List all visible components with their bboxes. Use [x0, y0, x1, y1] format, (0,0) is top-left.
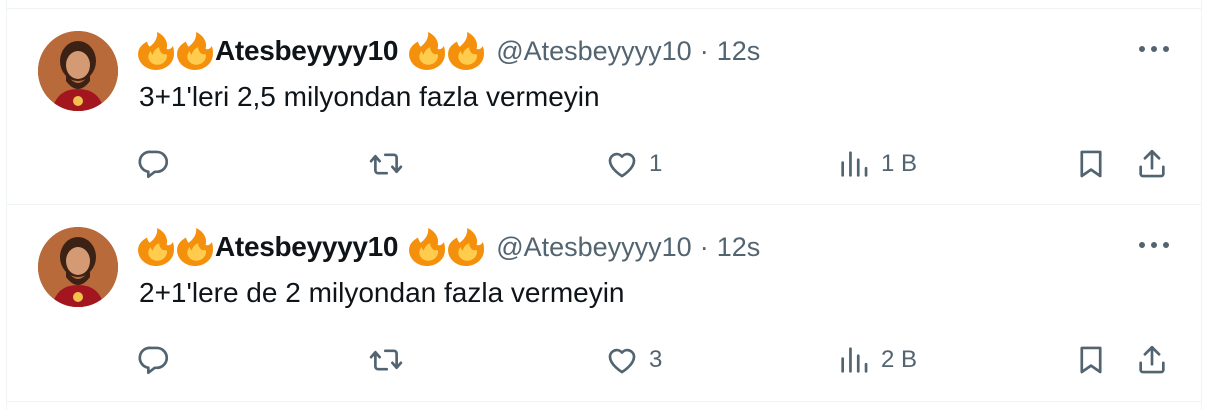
- fire-emoji-icon: [137, 32, 175, 70]
- more-horizontal-icon: [1139, 242, 1169, 248]
- share-button[interactable]: [1135, 144, 1169, 184]
- display-name[interactable]: Atesbeyyyy10: [215, 231, 399, 263]
- share-icon: [1139, 149, 1165, 178]
- fire-emoji-icon: [447, 32, 485, 70]
- share-icon: [1139, 345, 1165, 374]
- avatar-image: [38, 31, 118, 111]
- fire-emoji-icon: [176, 32, 214, 70]
- retweet-icon: [369, 349, 403, 371]
- tweet-text: 2+1'lere de 2 milyondan fazla vermeyin: [139, 277, 625, 308]
- bookmark-button[interactable]: [1074, 340, 1108, 380]
- views-count: 1 B: [881, 150, 918, 177]
- separator-dot: ·: [699, 231, 709, 262]
- reply-icon: [138, 150, 169, 179]
- retweet-button[interactable]: [369, 340, 413, 380]
- fire-emoji-icon: [137, 228, 175, 266]
- retweet-button[interactable]: [369, 144, 413, 184]
- views-chart-icon: [841, 347, 868, 373]
- heart-icon: [608, 348, 636, 374]
- heart-icon: [608, 152, 636, 178]
- bookmark-icon: [1080, 346, 1102, 374]
- more-options-button[interactable]: [1137, 39, 1171, 59]
- fire-emoji-icon: [408, 228, 446, 266]
- views-button[interactable]: 2 B: [837, 340, 917, 380]
- display-name[interactable]: Atesbeyyyy10: [215, 35, 399, 67]
- fire-emoji-icon: [408, 32, 446, 70]
- retweet-icon: [369, 153, 403, 175]
- user-handle[interactable]: @Atesbeyyyy10: [496, 36, 692, 67]
- avatar[interactable]: [38, 31, 118, 111]
- reply-icon: [138, 346, 169, 375]
- fire-emoji-icon: [176, 228, 214, 266]
- separator-dot: ·: [699, 35, 709, 66]
- bookmark-icon: [1080, 150, 1102, 178]
- like-button[interactable]: 1: [605, 144, 662, 184]
- reply-button[interactable]: [137, 144, 181, 184]
- reply-button[interactable]: [137, 340, 181, 380]
- like-count: 3: [649, 346, 663, 373]
- avatar[interactable]: [38, 227, 118, 307]
- share-button[interactable]: [1135, 340, 1169, 380]
- timestamp[interactable]: 12s: [717, 36, 761, 67]
- like-button[interactable]: 3: [605, 340, 662, 380]
- tweet[interactable]: Atesbeyyyy10 @Atesbeyyyy10 · 12s 3+1'ler…: [7, 8, 1201, 205]
- more-horizontal-icon: [1139, 46, 1169, 52]
- tweet-header: Atesbeyyyy10 @Atesbeyyyy10 · 12s: [137, 227, 760, 267]
- more-options-button[interactable]: [1137, 235, 1171, 255]
- avatar-image: [38, 227, 118, 307]
- tweet-actions: 3 2 B: [7, 340, 1201, 380]
- bookmark-button[interactable]: [1074, 144, 1108, 184]
- user-handle[interactable]: @Atesbeyyyy10: [496, 232, 692, 263]
- views-count: 2 B: [881, 346, 918, 373]
- like-count: 1: [649, 150, 663, 177]
- views-button[interactable]: 1 B: [837, 144, 917, 184]
- tweet-text: 3+1'leri 2,5 milyondan fazla vermeyin: [139, 81, 600, 112]
- timestamp[interactable]: 12s: [717, 232, 761, 263]
- tweet-actions: 1 1 B: [7, 144, 1201, 184]
- views-chart-icon: [841, 151, 868, 177]
- tweet[interactable]: Atesbeyyyy10 @Atesbeyyyy10 · 12s 2+1'ler…: [7, 205, 1201, 402]
- fire-emoji-icon: [447, 228, 485, 266]
- timeline: Atesbeyyyy10 @Atesbeyyyy10 · 12s 3+1'ler…: [6, 0, 1202, 410]
- tweet-header: Atesbeyyyy10 @Atesbeyyyy10 · 12s: [137, 31, 760, 71]
